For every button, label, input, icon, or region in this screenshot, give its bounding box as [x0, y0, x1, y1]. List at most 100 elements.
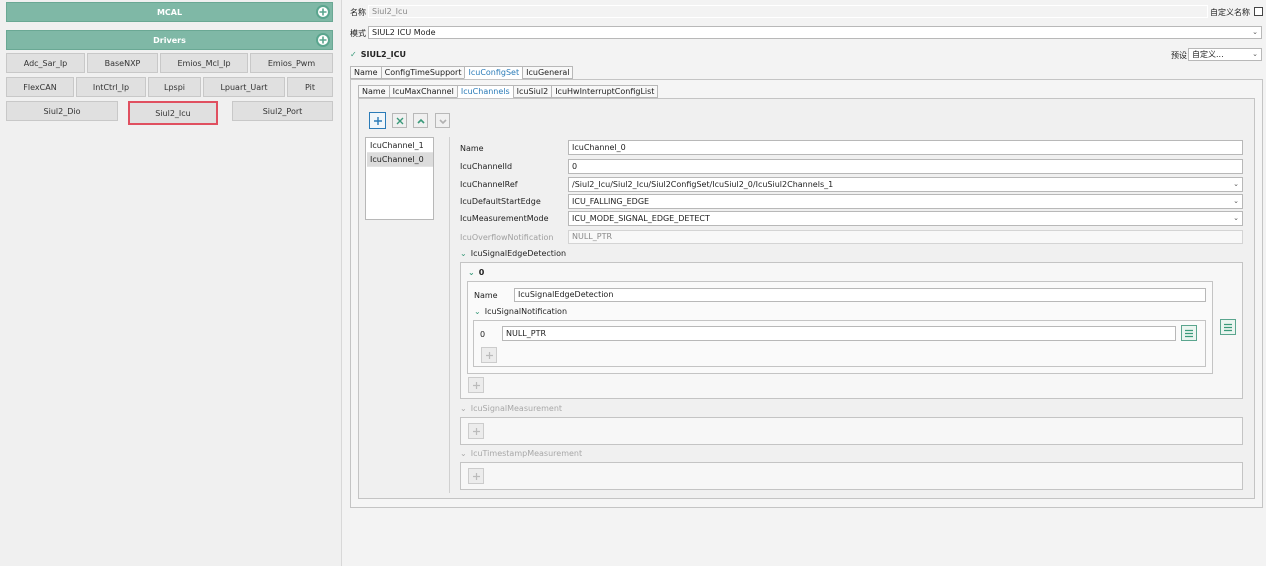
measurement-mode-select[interactable]: ICU_MODE_SIGNAL_EDGE_DETECT ⌄ [568, 211, 1243, 226]
signal-measurement-panel [460, 417, 1243, 445]
chevron-down-icon: ⌄ [1233, 197, 1239, 205]
tab-icuhwinterruptconfiglist[interactable]: IcuHwInterruptConfigList [551, 85, 659, 98]
chevron-down-icon: ⌄ [1233, 180, 1239, 188]
driver-basenxp[interactable]: BaseNXP [87, 53, 158, 73]
driver-emios-pwm[interactable]: Emios_Pwm [250, 53, 333, 73]
list-item[interactable]: IcuChannel_0 [367, 153, 433, 167]
driver-emios-mcl-ip[interactable]: Emios_Mcl_Ip [160, 53, 248, 73]
divider [449, 137, 450, 493]
channel-id-field[interactable]: 0 [568, 159, 1243, 174]
channel-list: IcuChannel_1 IcuChannel_0 [365, 137, 434, 220]
section-title: SIUL2_ICU [360, 50, 406, 59]
module-name-field[interactable]: Siul2_Icu [368, 5, 1208, 18]
custom-name-checkbox[interactable] [1254, 7, 1263, 16]
tab-icumaxchannel[interactable]: IcuMaxChannel [388, 85, 457, 98]
add-notification-button[interactable] [481, 347, 497, 363]
edge-detection-section[interactable]: ⌄ IcuSignalEdgeDetection [460, 249, 566, 258]
add-timestamp-measurement-button[interactable] [468, 468, 484, 484]
driver-siul2-icu[interactable]: Siul2_Icu [128, 101, 218, 125]
start-edge-select[interactable]: ICU_FALLING_EDGE ⌄ [568, 194, 1243, 209]
chevron-up-icon [416, 118, 425, 124]
channel-ref-value: /Siul2_Icu/Siul2_Icu/Siul2ConfigSet/IcuS… [572, 180, 834, 189]
mode-label: 模式 [350, 29, 366, 38]
outer-tabs: Name ConfigTimeSupport IcuConfigSet IcuG… [350, 66, 574, 79]
edge-name-field[interactable]: IcuSignalEdgeDetection [514, 288, 1206, 302]
inner-tabs: Name IcuMaxChannel IcuChannels IcuSiul2 … [358, 85, 659, 98]
driver-pit[interactable]: Pit [287, 77, 333, 97]
tab-inner-name[interactable]: Name [358, 85, 389, 98]
drivers-label: Drivers [153, 35, 186, 45]
start-edge-value: ICU_FALLING_EDGE [572, 197, 650, 206]
edge-detection-title: IcuSignalEdgeDetection [470, 249, 567, 258]
tab-icugeneral[interactable]: IcuGeneral [522, 66, 574, 79]
expand-icon: ⌄ [468, 268, 475, 277]
mcal-header[interactable]: MCAL [6, 2, 333, 22]
tab-name[interactable]: Name [350, 66, 381, 79]
plus-icon [472, 381, 480, 389]
driver-siul2-port[interactable]: Siul2_Port [232, 101, 333, 121]
overflow-notification-field: NULL_PTR [568, 230, 1243, 244]
edge-item-index: 0 [478, 268, 485, 277]
notification-section[interactable]: ⌄ IcuSignalNotification [474, 307, 567, 316]
name-label: 名称 [350, 8, 366, 17]
plus-icon [319, 36, 327, 44]
measurement-mode-label: IcuMeasurementMode [460, 214, 549, 223]
mcal-label: MCAL [156, 7, 183, 17]
channel-name-label: Name [460, 144, 484, 153]
add-channel-button[interactable] [369, 112, 386, 129]
tab-icuchannels[interactable]: IcuChannels [456, 85, 513, 98]
add-edge-detection-button[interactable] [468, 377, 484, 393]
expand-icon: ⌄ [474, 307, 481, 316]
tab-icusiul2[interactable]: IcuSiul2 [512, 85, 552, 98]
channel-name-field[interactable]: IcuChannel_0 [568, 140, 1243, 155]
expand-icon: ⌄ [460, 404, 467, 413]
menu-icon [1224, 323, 1232, 331]
add-mcal-button[interactable] [316, 5, 330, 19]
plus-icon [485, 351, 493, 359]
expand-icon: ⌄ [460, 249, 467, 258]
timestamp-measurement-title: IcuTimestampMeasurement [470, 449, 583, 458]
siul2-icu-section[interactable]: ✓ SIUL2_ICU [350, 50, 406, 59]
add-driver-button[interactable] [316, 33, 330, 47]
plus-icon [472, 472, 480, 480]
overflow-notification-label: IcuOverflowNotification [460, 233, 554, 242]
mode-select[interactable]: SIUL2 ICU Mode ⌄ [368, 26, 1262, 39]
driver-adc-sar-ip[interactable]: Adc_Sar_Ip [6, 53, 85, 73]
driver-intctrl-ip[interactable]: IntCtrl_Ip [76, 77, 146, 97]
chevron-down-icon: ⌄ [1252, 28, 1258, 36]
signal-measurement-title: IcuSignalMeasurement [470, 404, 563, 413]
custom-name-label: 自定义名称 [1210, 8, 1250, 17]
driver-lpuart-uart[interactable]: Lpuart_Uart [203, 77, 285, 97]
chevron-down-icon [438, 118, 447, 124]
driver-flexcan[interactable]: FlexCAN [6, 77, 74, 97]
signal-measurement-section[interactable]: ⌄ IcuSignalMeasurement [460, 404, 562, 413]
move-down-button[interactable] [435, 113, 450, 128]
move-up-button[interactable] [413, 113, 428, 128]
tab-configtimesupport[interactable]: ConfigTimeSupport [380, 66, 465, 79]
start-edge-label: IcuDefaultStartEdge [460, 197, 541, 206]
list-item[interactable]: IcuChannel_1 [367, 139, 433, 153]
notification-title: IcuSignalNotification [484, 307, 568, 316]
edge-item-0[interactable]: ⌄ 0 [468, 268, 484, 277]
module-panel: MCAL Drivers Adc_Sar_Ip BaseNXP Emios_Mc… [0, 0, 342, 566]
channel-ref-select[interactable]: /Siul2_Icu/Siul2_Icu/Siul2ConfigSet/IcuS… [568, 177, 1243, 192]
plus-icon [472, 427, 480, 435]
plus-icon [373, 116, 382, 125]
preset-select[interactable]: 自定义... ⌄ [1188, 48, 1262, 61]
edge-item-menu-button[interactable] [1220, 319, 1236, 335]
notification-menu-button[interactable] [1181, 325, 1197, 341]
add-signal-measurement-button[interactable] [468, 423, 484, 439]
channel-id-label: IcuChannelId [460, 162, 513, 171]
timestamp-measurement-section[interactable]: ⌄ IcuTimestampMeasurement [460, 449, 582, 458]
drivers-header[interactable]: Drivers [6, 30, 333, 50]
tab-icuconfigset[interactable]: IcuConfigSet [464, 66, 523, 79]
measurement-mode-value: ICU_MODE_SIGNAL_EDGE_DETECT [572, 214, 710, 223]
remove-channel-button[interactable] [392, 113, 407, 128]
menu-icon [1185, 329, 1193, 337]
chevron-down-icon: ⌄ [1233, 214, 1239, 222]
driver-siul2-dio[interactable]: Siul2_Dio [6, 101, 118, 121]
preset-value: 自定义... [1192, 50, 1224, 59]
mode-value: SIUL2 ICU Mode [372, 28, 436, 37]
notification-field[interactable]: NULL_PTR [502, 326, 1176, 341]
driver-lpspi[interactable]: Lpspi [148, 77, 201, 97]
